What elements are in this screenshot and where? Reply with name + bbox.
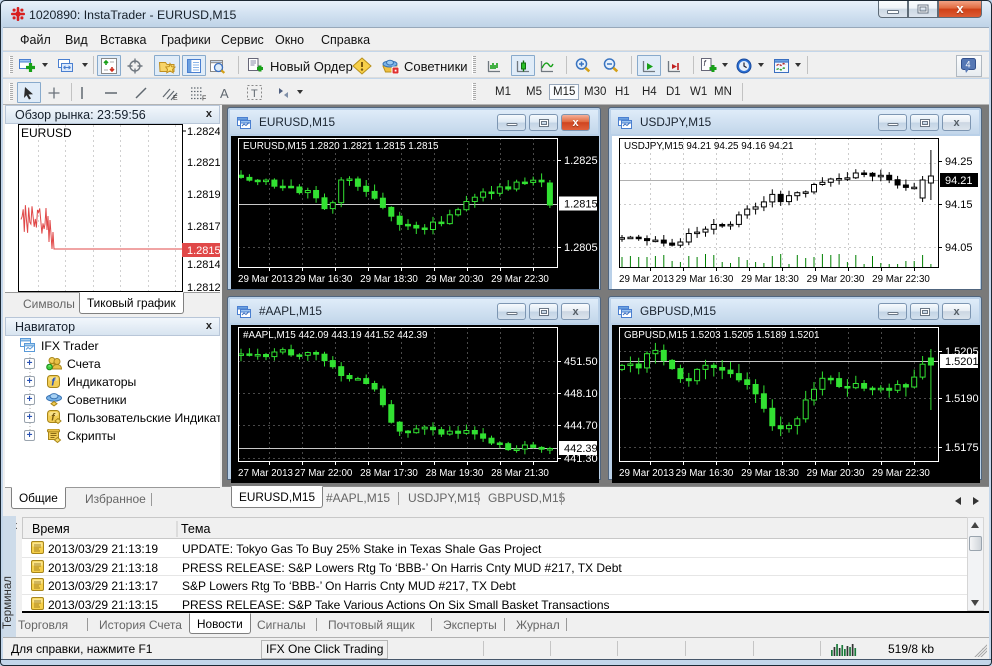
svg-text:1.2817: 1.2817: [187, 221, 220, 233]
svg-text:451.50: 451.50: [564, 356, 598, 368]
svg-text:94.21: 94.21: [945, 175, 973, 187]
svg-text:29 Mar 18:30: 29 Mar 18:30: [360, 274, 418, 285]
svg-text:EURUSD: EURUSD: [21, 126, 72, 140]
svg-text:28 Mar 17:30: 28 Mar 17:30: [360, 468, 418, 479]
svg-text:1.2825: 1.2825: [564, 155, 598, 167]
svg-text:29 Mar 2013: 29 Mar 2013: [619, 468, 675, 479]
svg-text:EURUSD,M15 1.2820 1.2821 1.28: EURUSD,M15 1.2820 1.2821 1.2815 1.2815: [243, 141, 439, 152]
svg-text:1.5175: 1.5175: [945, 442, 979, 454]
svg-text:1.2824: 1.2824: [187, 126, 220, 138]
svg-text:4: 4: [966, 60, 971, 70]
svg-text:29 Mar 22:30: 29 Mar 22:30: [491, 274, 549, 285]
svg-text:29 Mar 18:30: 29 Mar 18:30: [741, 274, 799, 285]
svg-text:94.25: 94.25: [945, 156, 973, 168]
svg-text:F: F: [202, 95, 206, 101]
svg-text:1.2805: 1.2805: [564, 242, 598, 254]
svg-text:448.10: 448.10: [564, 388, 598, 400]
svg-text:29 Mar 16:30: 29 Mar 16:30: [676, 468, 734, 479]
svg-text:A: A: [220, 86, 229, 101]
svg-text:#AAPL,M15 442.09 443.19 441.5: #AAPL,M15 442.09 443.19 441.52 442.39: [243, 330, 428, 341]
svg-text:94.05: 94.05: [945, 242, 973, 254]
svg-text:1.5205: 1.5205: [945, 346, 979, 358]
svg-text:29 Mar 2013: 29 Mar 2013: [238, 274, 294, 285]
svg-text:1.2819: 1.2819: [187, 189, 220, 201]
svg-text:28 Mar 21:30: 28 Mar 21:30: [491, 468, 549, 479]
svg-text:1.2815: 1.2815: [187, 245, 220, 257]
svg-text:1.2812: 1.2812: [187, 282, 220, 292]
svg-text:29 Mar 16:30: 29 Mar 16:30: [676, 274, 734, 285]
svg-text:94.15: 94.15: [945, 199, 973, 211]
svg-text:1.5190: 1.5190: [945, 393, 979, 405]
svg-text:29 Mar 20:30: 29 Mar 20:30: [426, 274, 484, 285]
svg-text:441.30: 441.30: [564, 453, 598, 465]
svg-text:T: T: [251, 88, 258, 100]
svg-text:29 Mar 20:30: 29 Mar 20:30: [807, 274, 865, 285]
svg-text:29 Mar 18:30: 29 Mar 18:30: [741, 468, 799, 479]
svg-text:444.70: 444.70: [564, 420, 598, 432]
svg-text:USDJPY,M15 94.21 94.25 94.16: USDJPY,M15 94.21 94.25 94.16 94.21: [624, 141, 794, 152]
svg-text:29 Mar 22:30: 29 Mar 22:30: [872, 274, 930, 285]
svg-text:29 Mar 22:30: 29 Mar 22:30: [872, 468, 930, 479]
svg-text:1.2821: 1.2821: [187, 157, 220, 169]
svg-text:GBPUSD,M15 1.5203 1.5205 1.51: GBPUSD,M15 1.5203 1.5205 1.5189 1.5201: [624, 330, 820, 341]
svg-text:29 Mar 20:30: 29 Mar 20:30: [807, 468, 865, 479]
svg-text:1.2815: 1.2815: [564, 199, 598, 211]
svg-text:27 Mar 2013: 27 Mar 2013: [238, 468, 294, 479]
svg-text:28 Mar 19:30: 28 Mar 19:30: [426, 468, 484, 479]
svg-text:29 Mar 16:30: 29 Mar 16:30: [295, 274, 353, 285]
svg-text:27 Mar 22:00: 27 Mar 22:00: [295, 468, 353, 479]
svg-text:E: E: [173, 95, 178, 101]
svg-text:1.2814: 1.2814: [187, 259, 220, 271]
svg-text:29 Mar 2013: 29 Mar 2013: [619, 274, 675, 285]
